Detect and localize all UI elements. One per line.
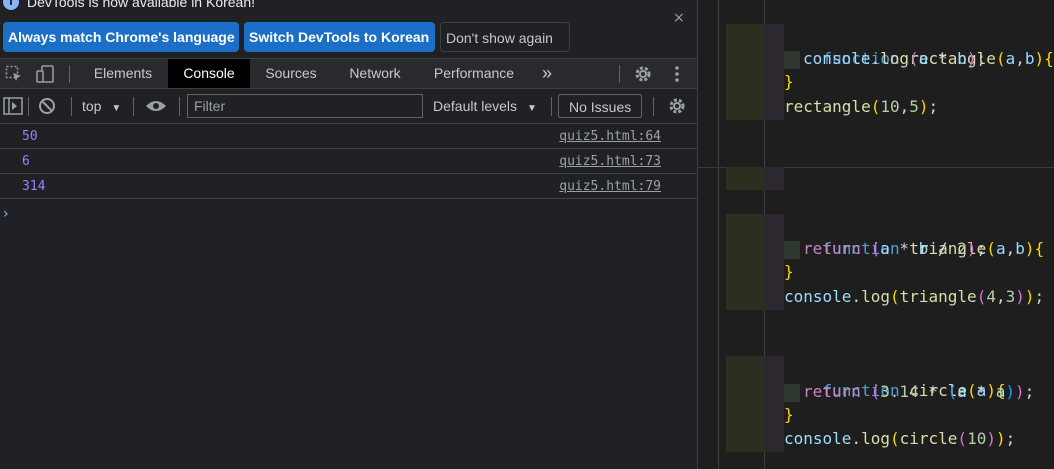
- console-message-row: 50 quiz5.html:64: [0, 124, 697, 149]
- code-line: function circle(a){: [822, 381, 1006, 400]
- filter-input[interactable]: [188, 95, 420, 117]
- toolbar-divider: [133, 97, 134, 116]
- indent-highlight: [726, 24, 763, 120]
- code-line: console.log(a * b);: [784, 47, 986, 70]
- tab-performance[interactable]: Performance: [418, 59, 530, 88]
- toolbar-divider: [179, 97, 180, 116]
- inspect-element-icon[interactable]: [5, 65, 23, 86]
- toolbar-divider: [551, 97, 552, 116]
- devtools-tab-bar: Elements Console Sources Network Perform…: [0, 58, 697, 89]
- console-value: 50: [22, 129, 38, 144]
- device-toolbar-icon[interactable]: [36, 65, 56, 86]
- source-link[interactable]: quiz5.html:73: [559, 154, 661, 169]
- issues-button[interactable]: No Issues: [558, 94, 643, 118]
- match-language-button[interactable]: Always match Chrome's language: [3, 22, 239, 52]
- infobar-message: DevTools is now available in Korean!: [27, 0, 256, 10]
- console-value: 314: [22, 179, 46, 194]
- more-options-icon[interactable]: [672, 65, 682, 86]
- toolbar-divider: [619, 65, 620, 83]
- console-prompt[interactable]: ›: [3, 206, 9, 222]
- code-line: console.log(circle(10));: [784, 429, 1016, 448]
- code-line: }: [784, 262, 794, 281]
- console-settings-gear-icon[interactable]: [667, 96, 687, 119]
- settings-gear-icon[interactable]: [633, 64, 653, 87]
- devtools-panel: i DevTools is now available in Korean! ×…: [0, 0, 697, 469]
- indent-highlight: [726, 167, 763, 190]
- source-link[interactable]: quiz5.html:79: [559, 179, 661, 194]
- info-icon: i: [3, 0, 19, 10]
- console-message-row: 314 quiz5.html:79: [0, 174, 697, 199]
- indent-highlight: [763, 24, 784, 120]
- toolbar-divider: [28, 97, 29, 116]
- toolbar-divider: [71, 97, 72, 116]
- more-tabs-icon[interactable]: »: [534, 59, 560, 88]
- code-line: return (a * b / 2);: [784, 237, 986, 260]
- code-line: }: [784, 405, 794, 424]
- indent-highlight: [763, 356, 784, 452]
- source-link[interactable]: quiz5.html:64: [559, 129, 661, 144]
- live-expression-eye-icon[interactable]: [145, 98, 167, 117]
- log-levels-label: Default levels: [433, 98, 518, 114]
- tab-elements[interactable]: Elements: [78, 59, 168, 88]
- close-icon[interactable]: ×: [673, 10, 685, 26]
- dont-show-again-button[interactable]: Don't show again: [440, 22, 570, 52]
- log-levels-dropdown[interactable]: Default levels ▼: [433, 98, 537, 114]
- indent-highlight: [726, 356, 763, 452]
- tab-console[interactable]: Console: [168, 59, 250, 88]
- switch-korean-button[interactable]: Switch DevTools to Korean: [244, 22, 435, 52]
- language-infobar: i DevTools is now available in Korean! ×…: [0, 0, 697, 58]
- console-messages: 50 quiz5.html:64 6 quiz5.html:73 314 qui…: [0, 124, 697, 199]
- console-value: 6: [22, 154, 30, 169]
- indent-guide: [718, 0, 719, 469]
- code-line: }: [784, 72, 794, 91]
- code-line: rectangle(10,5);: [784, 97, 939, 116]
- clear-console-icon[interactable]: [38, 97, 56, 118]
- code-editor: function rectangle(a,b){ console.log(a *…: [698, 0, 1054, 469]
- console-toolbar: top ▼ Default levels ▼ No Issues: [0, 89, 697, 124]
- code-line: function triangle(a,b){: [822, 239, 1045, 258]
- tab-sources[interactable]: Sources: [250, 59, 332, 88]
- code-line: console.log(triangle(4,3));: [784, 287, 1045, 306]
- toolbar-divider: [653, 97, 654, 116]
- toolbar-divider: [69, 65, 70, 83]
- console-message-row: 6 quiz5.html:73: [0, 149, 697, 174]
- indent-highlight: [763, 167, 784, 190]
- indent-highlight: [763, 214, 784, 310]
- chevron-down-icon: ▼: [526, 103, 537, 114]
- code-line: function rectangle(a,b){: [822, 49, 1054, 68]
- filter-box: [187, 94, 423, 118]
- chevron-down-icon: ▼: [111, 103, 122, 114]
- code-line: return (3.14 * (a * a));: [784, 380, 1034, 403]
- tab-network[interactable]: Network: [332, 59, 418, 88]
- sidebar-toggle-icon[interactable]: [3, 97, 23, 118]
- context-label: top: [82, 98, 102, 114]
- context-selector[interactable]: top ▼: [82, 98, 121, 114]
- indent-highlight: [726, 214, 763, 310]
